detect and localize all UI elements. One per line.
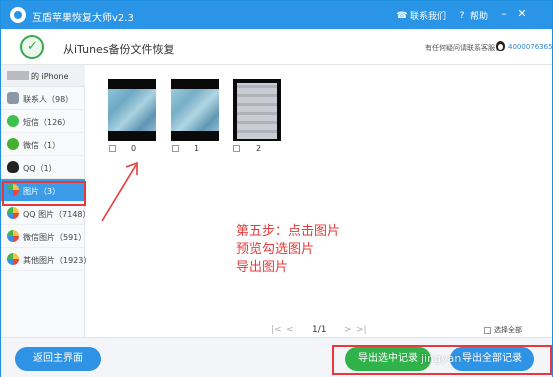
- sidebar-item-wechat[interactable]: 微信（1）: [1, 133, 85, 156]
- contact-us-button[interactable]: ☎ 联系我们: [396, 9, 447, 23]
- first-page-button[interactable]: |<: [271, 325, 282, 335]
- support-text: 有任何疑问请联系客服：: [425, 44, 502, 52]
- photo-index: 0: [131, 144, 137, 153]
- sidebar-item-qq-photos[interactable]: QQ 图片（7148）: [1, 202, 91, 225]
- qq-penguin-icon[interactable]: [496, 41, 505, 51]
- photo-thumbnail[interactable]: [108, 79, 156, 141]
- photo-thumbnail[interactable]: [171, 79, 219, 141]
- sidebar-item-label: 联系人（98）: [23, 95, 74, 104]
- close-icon[interactable]: ✕: [516, 8, 528, 20]
- photo-checkbox[interactable]: [109, 145, 116, 152]
- title-bar: 互盾苹果恢复大师v2.3 ☎ 联系我们 ? 帮助 – ✕: [1, 1, 552, 29]
- wechat-photos-icon: [7, 230, 19, 242]
- footer-bar: 返回主界面 导出选中记录 导出全部记录 jingyan: [1, 337, 552, 377]
- sidebar-item-photos[interactable]: 图片（3）: [1, 179, 85, 202]
- sidebar-item-qq[interactable]: QQ（1）: [1, 156, 85, 179]
- annotation-arrow: [101, 161, 138, 222]
- category-sidebar: 的 iPhone 联系人（98） 短信（126） 微信（1） QQ（1） 图片（…: [1, 65, 91, 337]
- wechat-icon: [7, 138, 19, 150]
- page-indicator: 1/1: [312, 325, 327, 335]
- photos-icon: [7, 184, 19, 196]
- last-page-button[interactable]: >|: [356, 325, 367, 335]
- prev-page-button[interactable]: <: [286, 325, 294, 335]
- sidebar-item-messages[interactable]: 短信（126）: [1, 110, 85, 133]
- minimize-icon[interactable]: –: [498, 8, 510, 20]
- qq-photos-icon: [7, 207, 19, 219]
- export-selected-button[interactable]: 导出选中记录: [345, 347, 431, 371]
- photo-checkbox[interactable]: [233, 145, 240, 152]
- next-page-button[interactable]: >: [344, 325, 352, 335]
- sidebar-item-label: 其他图片（1923）: [23, 256, 92, 265]
- export-all-button[interactable]: 导出全部记录: [450, 347, 534, 371]
- select-all-label: 选择全部: [494, 326, 522, 334]
- qq-icon: [7, 161, 19, 173]
- select-all-checkbox[interactable]: [484, 326, 491, 334]
- message-icon: [7, 115, 19, 127]
- photo-thumbnail[interactable]: [233, 79, 281, 141]
- other-photos-icon: [7, 253, 19, 265]
- support-number-link[interactable]: 4000076365: [508, 43, 553, 51]
- annotation-line-3: 导出图片: [236, 260, 289, 275]
- annotation-line-2: 预览勾选图片: [236, 242, 315, 257]
- photo-index: 2: [256, 144, 262, 153]
- device-name-redaction: [7, 71, 29, 80]
- device-name: 的 iPhone: [31, 72, 69, 81]
- select-all-toggle[interactable]: 选择全部: [484, 325, 522, 335]
- sidebar-item-label: 图片（3）: [23, 187, 61, 196]
- sidebar-item-other-photos[interactable]: 其他图片（1923）: [1, 248, 91, 271]
- back-to-main-button[interactable]: 返回主界面: [15, 347, 101, 371]
- photo-index: 1: [194, 144, 200, 153]
- itunes-backup-icon: [20, 35, 44, 59]
- help-label: 帮助: [470, 12, 489, 22]
- page-title: 从iTunes备份文件恢复: [63, 43, 175, 56]
- contacts-icon: [7, 92, 19, 104]
- contact-us-label: 联系我们: [410, 12, 447, 22]
- photo-grid: 0 1 2 第五步：点击图片 预览勾选图片 导出图片 |< < 1/1 > >|…: [86, 65, 552, 337]
- app-window: 互盾苹果恢复大师v2.3 ☎ 联系我们 ? 帮助 – ✕ 从iTunes备份文件…: [0, 0, 553, 377]
- sidebar-item-label: 微信图片（591）: [23, 233, 87, 242]
- question-icon: ?: [459, 10, 465, 21]
- sidebar-item-wechat-photos[interactable]: 微信图片（591）: [1, 225, 87, 248]
- watermark: jingyan: [421, 352, 462, 365]
- app-title: 互盾苹果恢复大师v2.3: [32, 13, 134, 24]
- device-row: 的 iPhone: [1, 65, 85, 87]
- help-button[interactable]: ? 帮助: [457, 9, 489, 23]
- annotation-line-1: 第五步：点击图片: [236, 224, 341, 239]
- sidebar-item-label: 微信（1）: [23, 141, 61, 150]
- app-logo-icon: [10, 7, 26, 23]
- sidebar-item-contacts[interactable]: 联系人（98）: [1, 87, 85, 110]
- phone-icon: ☎: [396, 10, 408, 21]
- mode-header: 从iTunes备份文件恢复 有任何疑问请联系客服： 4000076365: [1, 29, 553, 65]
- sidebar-item-label: QQ 图片（7148）: [23, 210, 91, 219]
- sidebar-item-label: 短信（126）: [23, 118, 71, 127]
- photo-checkbox[interactable]: [172, 145, 179, 152]
- sidebar-item-label: QQ（1）: [23, 164, 57, 173]
